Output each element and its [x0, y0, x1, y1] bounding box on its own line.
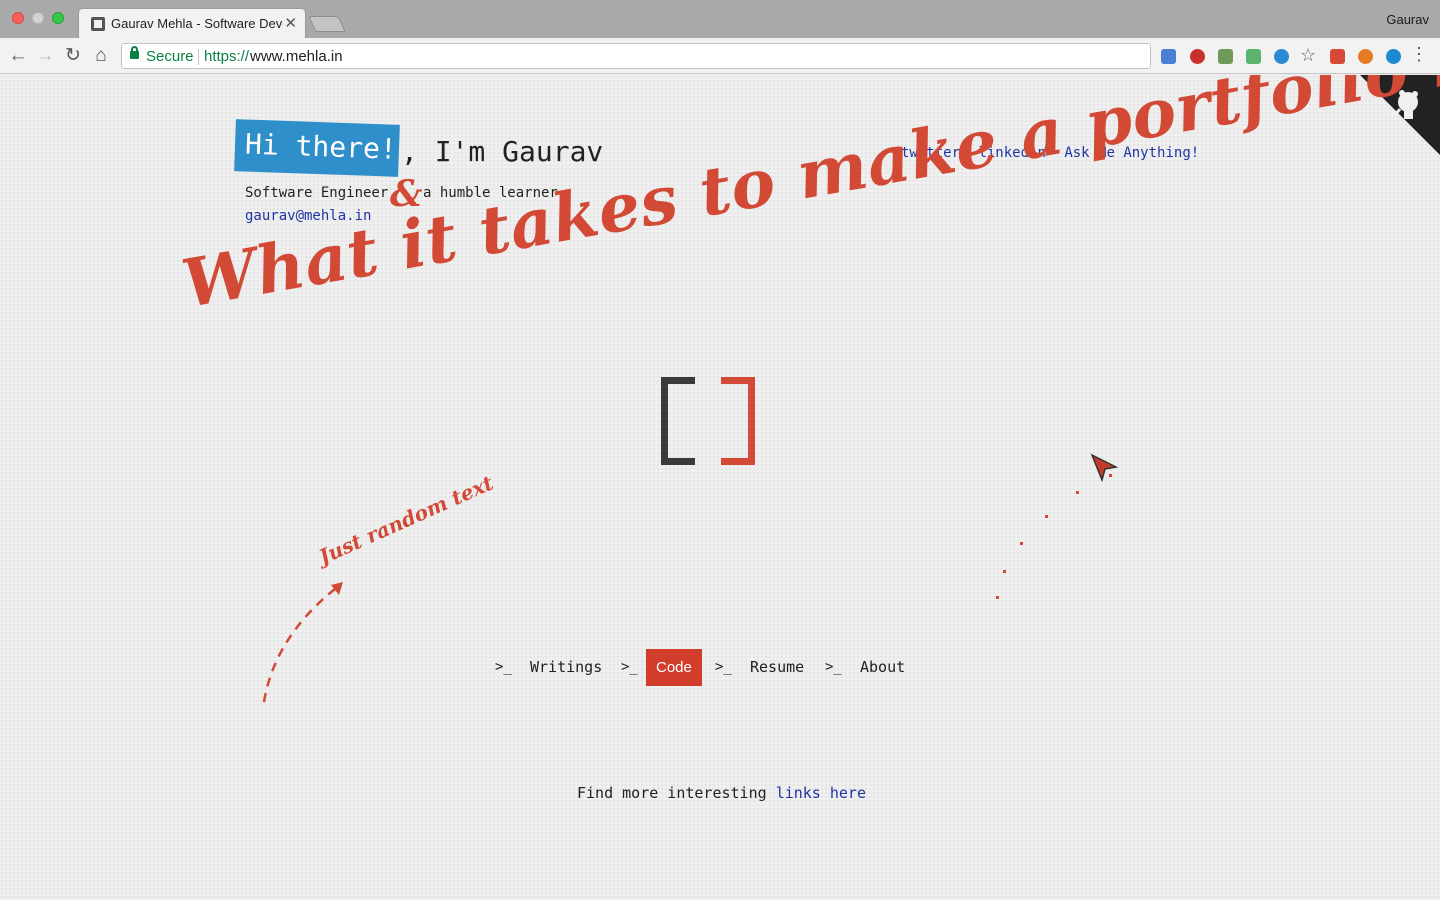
right-bracket-logo [721, 377, 755, 465]
trail-dot [1020, 542, 1023, 545]
footer-line: Find more interesting links here [577, 784, 866, 802]
info-extension-icon[interactable] [1274, 49, 1289, 64]
rss-extension-icon[interactable] [1358, 49, 1373, 64]
nav-code-link[interactable]: Code [646, 649, 702, 686]
minimize-window-button[interactable] [32, 12, 44, 24]
random-note-text: Just random text [315, 470, 497, 569]
url-host: www.mehla.in [250, 48, 343, 65]
trail-dot [1109, 474, 1112, 477]
trail-dot [1003, 570, 1006, 573]
cursor-arrow-icon [1090, 453, 1119, 483]
page-favicon-icon [91, 17, 105, 31]
at-extension-icon[interactable] [1386, 49, 1401, 64]
dashed-arrow-icon [262, 582, 343, 703]
browser-menu-icon[interactable]: ⋮ [1410, 44, 1428, 65]
browser-toolbar: ← → ↻ ⌂ Secure https:// www.mehla.in ☆ ⋮ [0, 38, 1440, 74]
page-content: Hi there! , I'm Gaurav Software Engineer… [0, 75, 1440, 900]
secure-label: Secure [146, 48, 194, 65]
nav-prompt: >_ [621, 659, 638, 675]
trail-dot [1076, 491, 1079, 494]
trail-dot [996, 596, 999, 599]
nav-prompt: >_ [495, 659, 512, 675]
js-extension-icon[interactable] [1218, 49, 1233, 64]
back-arrow-icon[interactable]: ← [6, 44, 30, 68]
sheets-extension-icon[interactable] [1246, 49, 1261, 64]
footer-text: Find more interesting [577, 784, 767, 802]
greeting-badge: Hi there! [234, 119, 400, 177]
nav-resume-link[interactable]: Resume [740, 649, 814, 686]
browser-tab[interactable]: Gaurav Mehla - Software Deve ✕ [78, 8, 306, 38]
tab-close-icon[interactable]: ✕ [284, 14, 297, 32]
footer-links-link[interactable]: links here [776, 784, 866, 802]
bookmark-star-icon[interactable]: ☆ [1300, 45, 1316, 66]
adblock-extension-icon[interactable] [1190, 49, 1205, 64]
nav-prompt: >_ [825, 659, 842, 675]
home-icon[interactable]: ⌂ [89, 44, 113, 68]
browser-titlebar: Gaurav Mehla - Software Deve ✕ Gaurav [0, 0, 1440, 38]
tab-title: Gaurav Mehla - Software Deve [111, 16, 283, 31]
profile-name[interactable]: Gaurav [1386, 12, 1429, 27]
pocket-extension-icon[interactable] [1330, 49, 1345, 64]
reload-icon[interactable]: ↻ [61, 44, 85, 68]
lock-icon [130, 46, 139, 59]
forward-arrow-icon[interactable]: → [33, 44, 57, 68]
role-text: Software Engineer [245, 185, 389, 201]
trail-dot [1045, 515, 1048, 518]
maximize-window-button[interactable] [52, 12, 64, 24]
nav-about-link[interactable]: About [850, 649, 915, 686]
address-separator [198, 49, 199, 65]
close-window-button[interactable] [12, 12, 24, 24]
greeting-name: , I'm Gaurav [401, 135, 604, 168]
new-tab-button[interactable] [308, 16, 346, 32]
translate-extension-icon[interactable] [1161, 49, 1176, 64]
left-bracket-logo [661, 377, 695, 465]
url-scheme: https:// [204, 48, 250, 65]
nav-writings-link[interactable]: Writings [520, 649, 612, 686]
address-bar[interactable]: Secure https:// www.mehla.in [121, 43, 1151, 69]
nav-prompt: >_ [715, 659, 732, 675]
